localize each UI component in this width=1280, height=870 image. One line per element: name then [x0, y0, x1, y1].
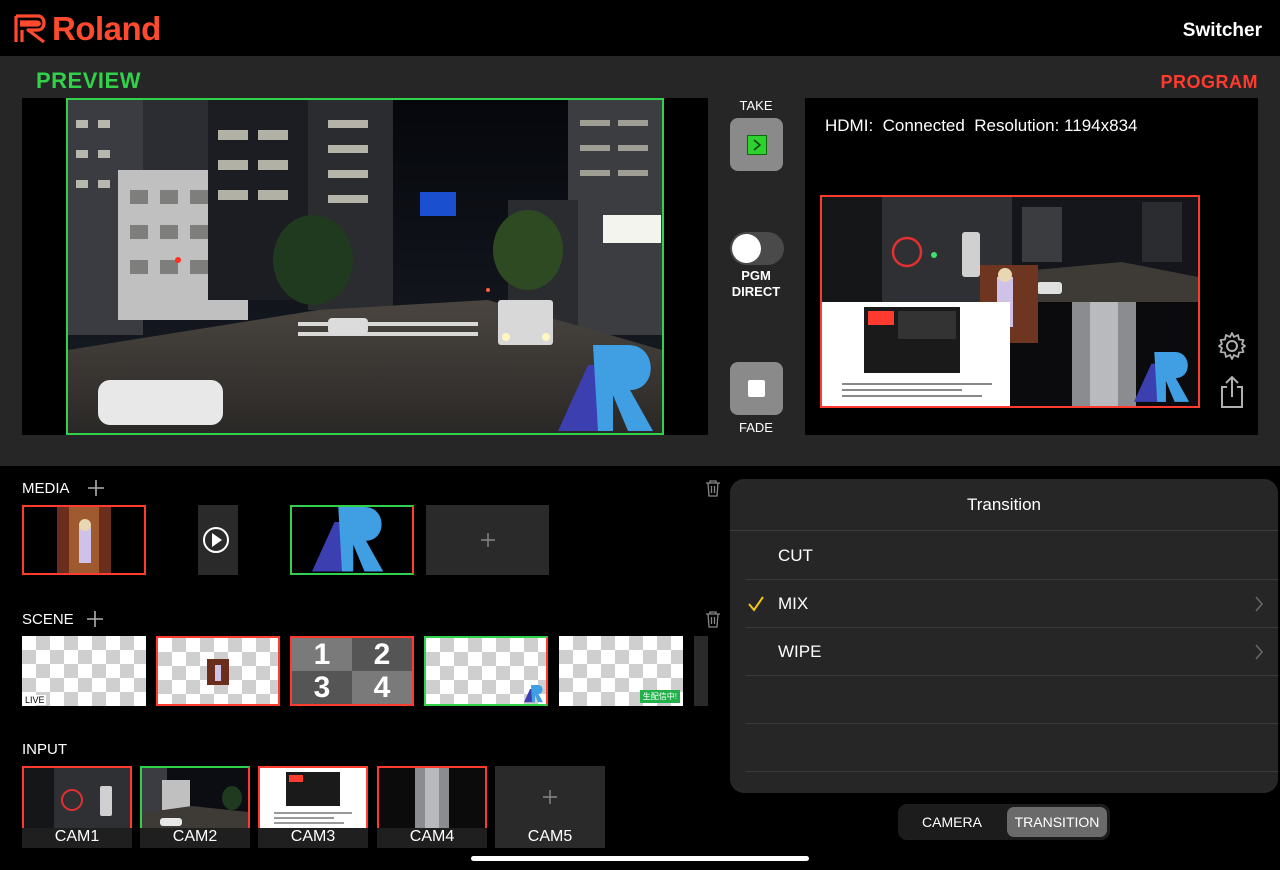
take-button[interactable] — [730, 118, 783, 171]
cam4-image — [377, 766, 487, 828]
checkmark-icon — [748, 596, 764, 612]
roland-logo-mark-icon — [14, 14, 46, 44]
preview-label: PREVIEW — [36, 68, 141, 93]
scene-trash-icon[interactable] — [705, 610, 721, 628]
plus-icon — [543, 790, 557, 804]
transition-option-mix[interactable]: MIX — [746, 580, 1278, 628]
scene-item-ar[interactable] — [424, 636, 548, 706]
preview-video[interactable] — [66, 98, 664, 435]
stop-square-icon — [748, 380, 765, 397]
scene-item-live[interactable]: LIVE — [22, 636, 146, 706]
media-label: MEDIA — [22, 480, 70, 497]
cam5-empty — [495, 766, 605, 828]
cam-tile-2[interactable]: CAM2 — [140, 766, 250, 848]
app-header: Roland Switcher — [0, 0, 1280, 56]
cam5-label: CAM5 — [527, 828, 573, 845]
cam2-image — [140, 766, 250, 828]
transition-option-label: MIX — [778, 594, 809, 613]
cam-tile-1[interactable]: CAM1 — [22, 766, 132, 848]
home-indicator[interactable] — [471, 856, 809, 861]
media-add-icon[interactable] — [87, 479, 105, 497]
chevron-right-icon — [1255, 596, 1264, 612]
scene-add-icon[interactable] — [86, 610, 104, 628]
transition-option-label: WIPE — [778, 642, 822, 661]
media-add-slot[interactable] — [426, 505, 549, 575]
monitor-panel: PREVIEW PROGRAM TAKE PGM DIRECT FADE HDM… — [0, 56, 1280, 466]
transition-empty-row — [746, 676, 1278, 724]
cam1-image — [22, 766, 132, 828]
take-label: TAKE — [739, 98, 773, 113]
streaming-badge: 生配信中! — [639, 690, 680, 703]
gear-icon[interactable] — [1214, 328, 1250, 364]
input-label: INPUT — [22, 741, 67, 758]
plus-icon — [480, 533, 495, 547]
media-item-video[interactable] — [158, 505, 276, 575]
scene-item-hallway[interactable] — [156, 636, 280, 706]
panel-tab-switcher: CAMERA TRANSITION — [898, 804, 1110, 840]
pgm-direct-label: PGM DIRECT — [722, 268, 790, 300]
take-icon — [746, 134, 767, 155]
media-item-ar-logo[interactable] — [290, 505, 414, 575]
quad-1: 1 — [292, 638, 352, 671]
transition-option-wipe[interactable]: WIPE — [746, 628, 1278, 676]
cam1-label: CAM1 — [54, 828, 100, 845]
transition-option-label: CUT — [778, 546, 813, 565]
tab-transition[interactable]: TRANSITION — [1007, 807, 1107, 837]
cam2-label: CAM2 — [172, 828, 218, 845]
program-video[interactable] — [820, 195, 1200, 408]
cam3-label: CAM3 — [290, 828, 336, 845]
cam-tile-5[interactable]: CAM5 — [495, 766, 605, 848]
transition-panel: Transition CUT MIX WIPE — [730, 479, 1278, 793]
scene-item-quad[interactable]: 1 2 3 4 — [290, 636, 414, 706]
switch-controls: TAKE PGM DIRECT FADE — [722, 98, 790, 435]
scene-item-streaming[interactable]: 生配信中! — [559, 636, 683, 706]
tab-camera[interactable]: CAMERA — [902, 807, 1002, 837]
live-badge: LIVE — [24, 695, 46, 705]
program-monitor[interactable]: HDMI: Connected Resolution: 1194x834 — [805, 98, 1258, 435]
scene-label: SCENE — [22, 611, 74, 628]
pgm-direct-line1: PGM — [741, 268, 771, 283]
quad-3: 3 — [292, 671, 352, 704]
quad-2: 2 — [352, 638, 412, 671]
quad-4: 4 — [352, 671, 412, 704]
roland-logo: Roland — [14, 12, 161, 46]
transition-title: Transition — [730, 479, 1278, 531]
chevron-right-icon — [1255, 644, 1264, 660]
scene-item-partial[interactable] — [694, 636, 708, 706]
program-composite-scene — [822, 197, 1198, 406]
media-item-hallway[interactable] — [22, 505, 146, 575]
fade-button[interactable] — [730, 362, 783, 415]
night-street-scene — [68, 100, 662, 433]
pgm-direct-line2: DIRECT — [731, 284, 781, 299]
media-trash-icon[interactable] — [705, 479, 721, 497]
transition-option-cut[interactable]: CUT — [746, 532, 1278, 580]
hdmi-status: HDMI: Connected Resolution: 1194x834 — [825, 116, 1138, 135]
brand-name: Roland — [52, 10, 161, 47]
cam-tile-3[interactable]: CAM3 — [258, 766, 368, 848]
preview-monitor[interactable] — [22, 98, 708, 435]
cam4-label: CAM4 — [409, 828, 455, 845]
fade-label: FADE — [739, 420, 773, 435]
cam-tile-4[interactable]: CAM4 — [377, 766, 487, 848]
app-title: Switcher — [1182, 20, 1262, 41]
transition-empty-row — [746, 724, 1278, 772]
pgm-direct-toggle[interactable] — [730, 232, 784, 265]
cam3-image — [258, 766, 368, 828]
share-icon[interactable] — [1214, 374, 1250, 410]
program-label: PROGRAM — [1160, 72, 1258, 92]
toggle-knob — [732, 234, 761, 263]
